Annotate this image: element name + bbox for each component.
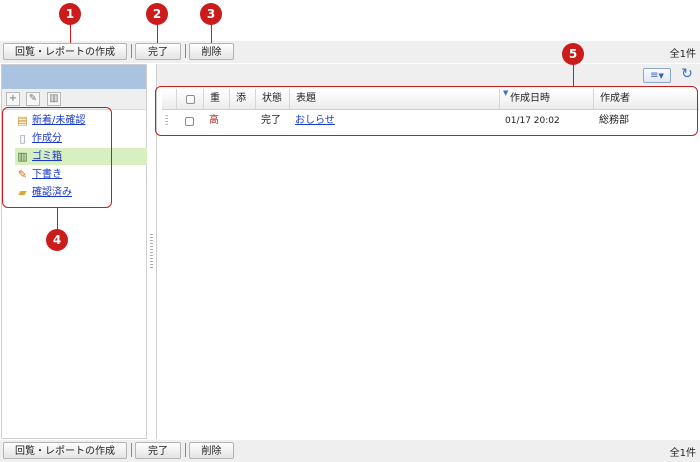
folder-list-highlight [2, 107, 112, 208]
complete-button[interactable]: 完了 [135, 442, 181, 459]
callout-leader [70, 24, 71, 43]
splitter-grip[interactable] [150, 234, 153, 268]
callout-badge-2: 2 [146, 3, 168, 25]
top-toolbar: 回覧・レポートの作成 完了 削除 全1件 [0, 41, 700, 63]
complete-button[interactable]: 完了 [135, 43, 181, 60]
chevron-down-icon: ▼ [658, 72, 664, 80]
toolbar-separator [131, 443, 132, 457]
callout-leader [157, 24, 158, 43]
callout-badge-4: 4 [46, 229, 68, 251]
pencil-icon[interactable]: ✎ [26, 92, 40, 106]
toolbar-separator [185, 44, 186, 58]
list-highlight [155, 86, 698, 136]
callout-leader [573, 64, 574, 86]
item-count: 全1件 [669, 49, 696, 60]
folder-pane-header [2, 65, 146, 89]
callout-leader [211, 24, 212, 43]
create-circular-report-button[interactable]: 回覧・レポートの作成 [3, 43, 127, 60]
toolbar-separator [185, 443, 186, 457]
callout-leader [57, 208, 58, 230]
callout-badge-3: 3 [200, 3, 222, 25]
view-options-button[interactable]: ≡▼ [643, 68, 671, 83]
list-tools: ≡▼ ↻ [157, 64, 700, 86]
item-count: 全1件 [669, 448, 696, 459]
callout-badge-1: 1 [59, 3, 81, 25]
delete-button[interactable]: 削除 [189, 43, 234, 60]
toolbar-separator [131, 44, 132, 58]
trash-icon[interactable]: ▥ [47, 92, 61, 106]
callout-badge-5: 5 [562, 43, 584, 65]
list-view-icon: ≡ [650, 70, 659, 81]
create-circular-report-button[interactable]: 回覧・レポートの作成 [3, 442, 127, 459]
reload-icon[interactable]: ↻ [679, 66, 695, 82]
plus-icon[interactable]: + [6, 92, 20, 106]
delete-button[interactable]: 削除 [189, 442, 234, 459]
bottom-toolbar: 回覧・レポートの作成 完了 削除 全1件 [0, 440, 700, 462]
